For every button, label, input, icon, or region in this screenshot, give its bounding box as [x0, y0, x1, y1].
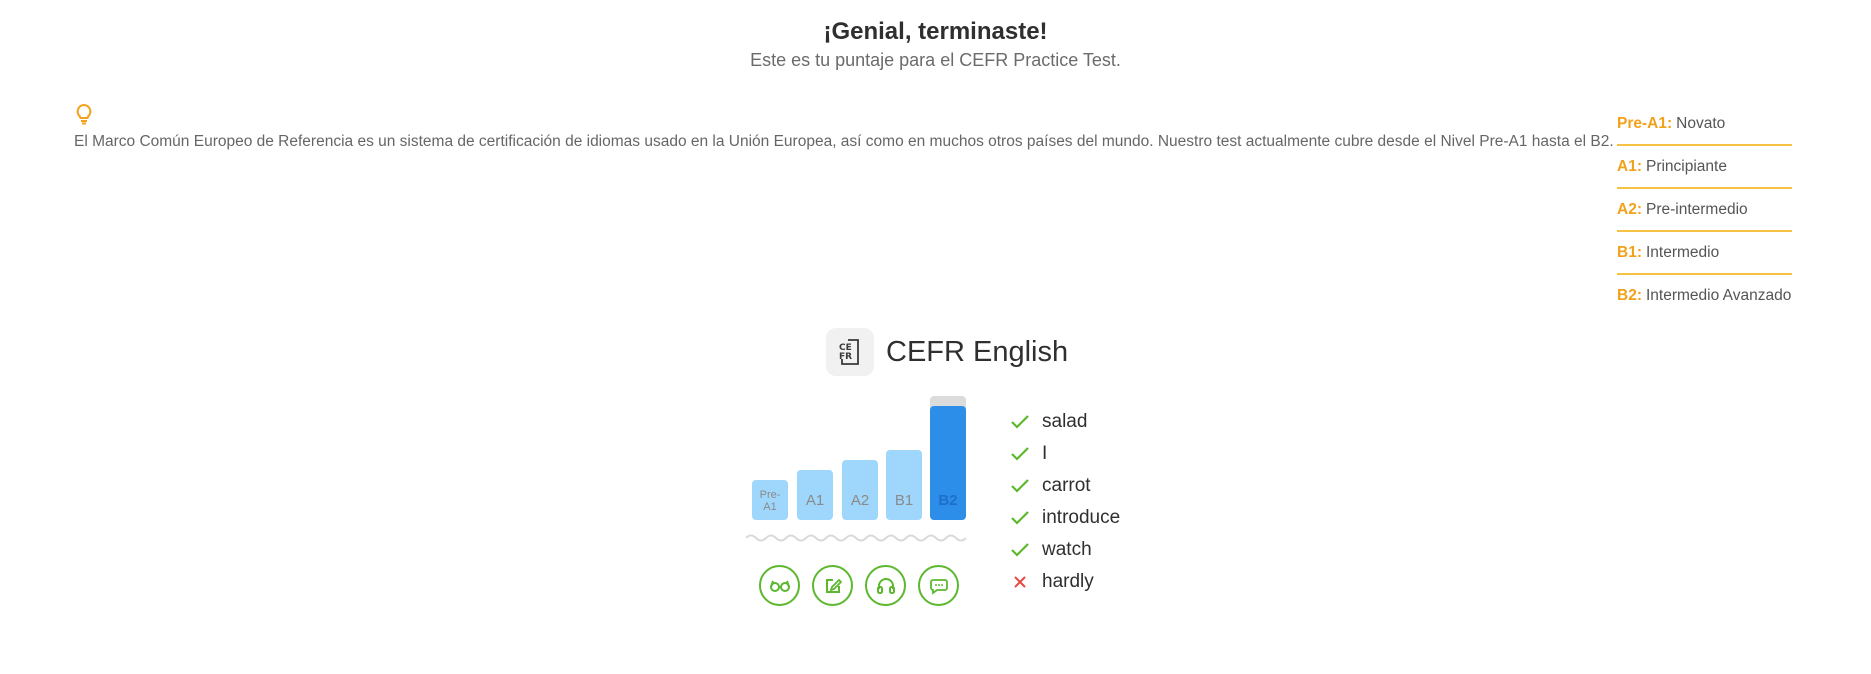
- level-item-a1: A1: Principiante: [1617, 146, 1792, 189]
- word-text: watch: [1042, 539, 1092, 560]
- check-icon: [1010, 412, 1030, 432]
- bar-label-a2: A2: [850, 492, 870, 509]
- bar-label-pre-a1: Pre- A1: [759, 489, 781, 513]
- level-code: A2:: [1617, 200, 1642, 218]
- check-icon: [1010, 444, 1030, 464]
- level-item-b2: B2: Intermedio Avanzado: [1617, 275, 1792, 316]
- listening-headphones-icon[interactable]: [865, 565, 906, 606]
- cefr-description: El Marco Común Europeo de Referencia es …: [74, 133, 1614, 150]
- level-code: B1:: [1617, 243, 1642, 261]
- speaking-chat-icon[interactable]: [918, 565, 959, 606]
- page-title: ¡Genial, terminaste!: [823, 18, 1048, 45]
- word-text: hardly: [1042, 571, 1094, 592]
- lightbulb-icon: [76, 103, 92, 125]
- word-row-watch: watch: [1010, 534, 1120, 566]
- bar-label-b2: B2: [938, 492, 958, 509]
- level-code: Pre-A1:: [1617, 114, 1673, 132]
- exam-header: CE FR CEFR English: [826, 328, 1068, 376]
- word-row-carrot: carrot: [1010, 470, 1120, 502]
- level-name: Intermedio Avanzado: [1645, 286, 1792, 304]
- reading-glasses-icon[interactable]: [759, 565, 800, 606]
- level-name: Intermedio: [1645, 243, 1720, 261]
- writing-pen-icon[interactable]: [812, 565, 853, 606]
- word-text: introduce: [1042, 507, 1121, 528]
- word-row-salad: salad: [1010, 406, 1120, 438]
- level-code: B2:: [1617, 286, 1642, 304]
- level-name: Novato: [1676, 114, 1726, 132]
- level-legend: Pre-A1: Novato A1: Principiante A2: Pre-…: [1617, 103, 1792, 316]
- check-icon: [1010, 508, 1030, 528]
- level-code: A1:: [1617, 157, 1642, 175]
- level-name: Pre-intermedio: [1645, 200, 1748, 218]
- word-row-introduce: introduce: [1010, 502, 1120, 534]
- word-text: carrot: [1042, 475, 1091, 496]
- page-subtitle: Este es tu puntaje para el CEFR Practice…: [750, 50, 1121, 70]
- bar-label-a1: A1: [805, 492, 825, 509]
- level-item-pre-a1: Pre-A1: Novato: [1617, 103, 1792, 146]
- exam-title: CEFR English: [886, 335, 1069, 368]
- bar-labels: Pre- A1 A1 A2 B1 B2: [748, 489, 970, 523]
- word-row-i: I: [1010, 438, 1120, 470]
- skill-icons: [759, 565, 959, 606]
- cefr-icon-text-bottom: FR: [839, 352, 852, 362]
- cross-icon: [1010, 572, 1030, 592]
- level-item-a2: A2: Pre-intermedio: [1617, 189, 1792, 232]
- level-name: Principiante: [1645, 157, 1727, 175]
- cefr-document-svg: CE FR: [839, 339, 859, 365]
- word-result-list: salad I carrot introduce watch hardly: [1010, 406, 1120, 598]
- result-header: ¡Genial, terminaste! Este es tu puntaje …: [0, 18, 1871, 71]
- bar-label-b1: B1: [894, 492, 914, 509]
- word-row-hardly: hardly: [1010, 566, 1120, 598]
- word-text: salad: [1042, 411, 1088, 432]
- wavy-divider: [746, 534, 967, 542]
- level-item-b1: B1: Intermedio: [1617, 232, 1792, 275]
- cefr-document-icon: CE FR: [826, 328, 874, 376]
- check-icon: [1010, 540, 1030, 560]
- check-icon: [1010, 476, 1030, 496]
- word-text: I: [1042, 443, 1048, 464]
